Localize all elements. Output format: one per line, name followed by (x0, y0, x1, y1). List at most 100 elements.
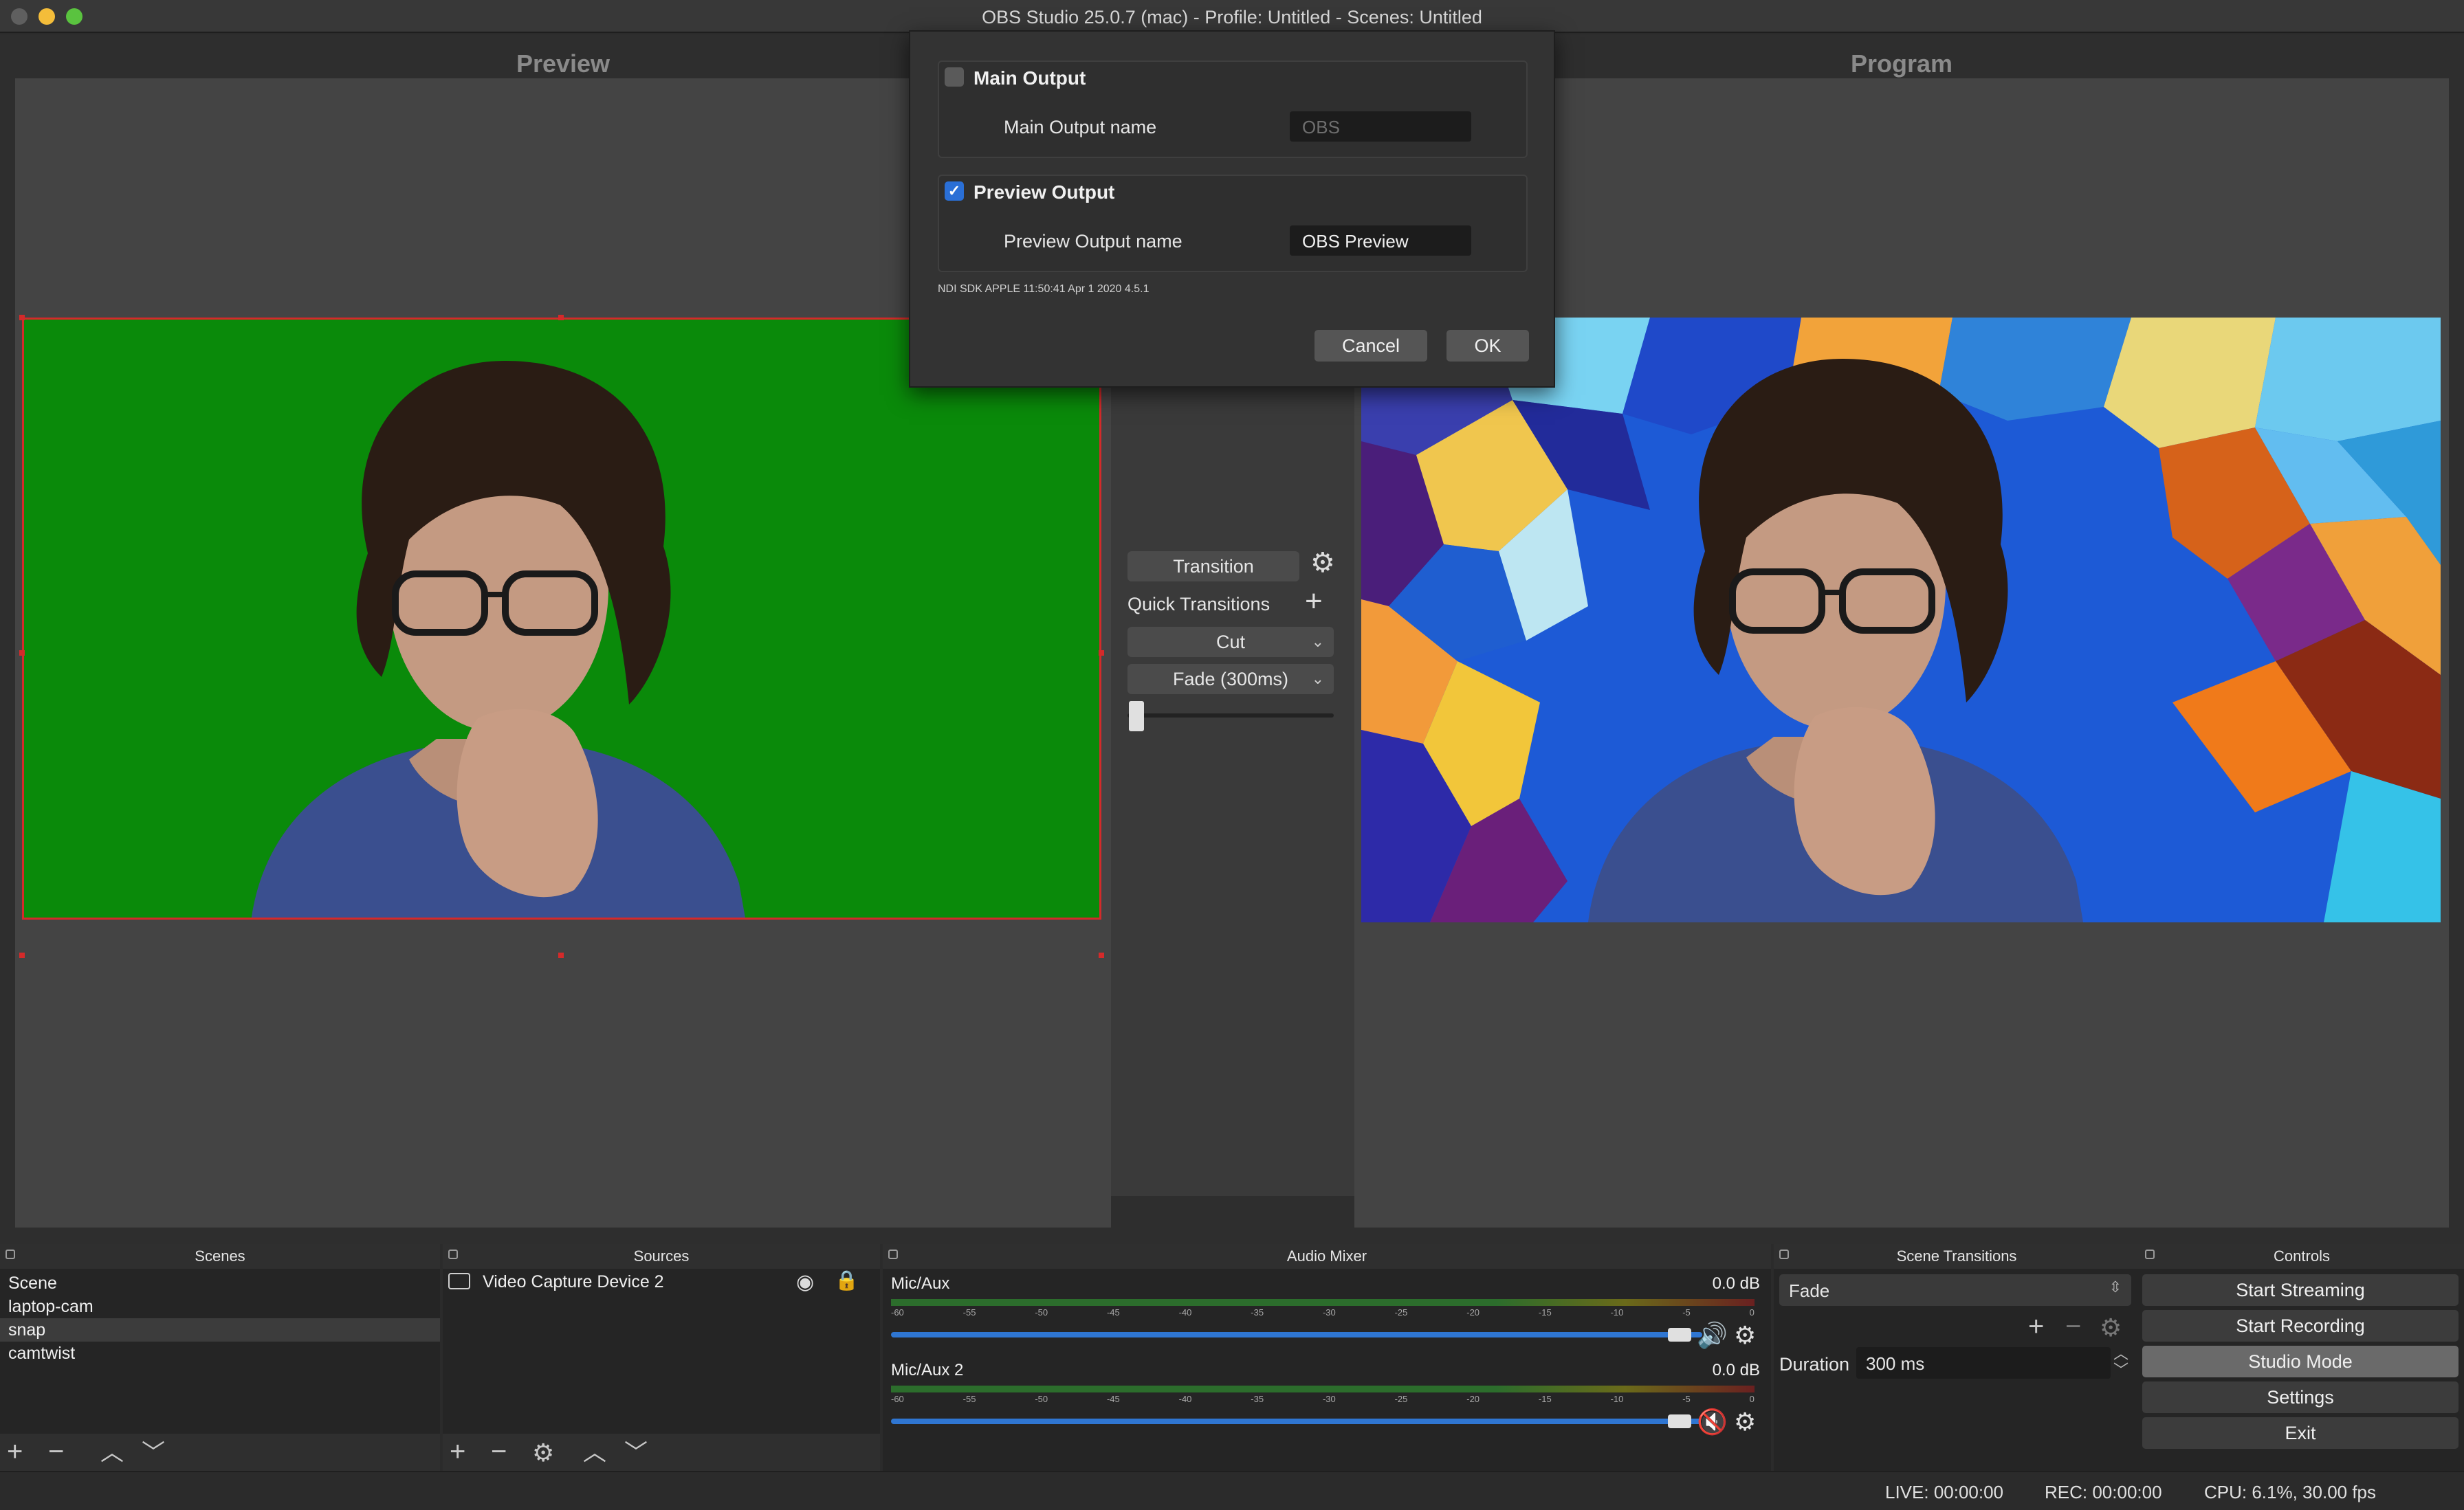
person-image (251, 361, 745, 918)
add-transition-plus-icon[interactable]: + (2028, 1313, 2044, 1340)
duration-stepper[interactable]: ︿ ﹀ (2113, 1346, 2128, 1379)
cancel-button[interactable]: Cancel (1314, 330, 1427, 362)
source-item[interactable]: Video Capture Device 2 (483, 1270, 664, 1294)
scale-tick: -50 (1035, 1307, 1048, 1318)
preview-video-source[interactable] (22, 318, 1101, 920)
scale-tick: -25 (1394, 1394, 1408, 1404)
channel-db: 0.0 dB (1712, 1274, 1760, 1293)
main-output-checkbox[interactable] (945, 67, 964, 87)
scene-transitions-title: Scene Transitions (1896, 1247, 2017, 1265)
scale-tick: -15 (1538, 1307, 1552, 1318)
fade-transition-button[interactable]: Fade (300ms) ⌄ (1128, 664, 1334, 694)
undock-icon[interactable] (1779, 1250, 1789, 1259)
move-down-chevron-icon[interactable]: ﹀ (142, 1439, 165, 1467)
speaker-icon[interactable]: 🔊 (1697, 1321, 1728, 1350)
channel-name: Mic/Aux 2 (891, 1361, 964, 1379)
settings-button[interactable]: Settings (2142, 1381, 2458, 1413)
muted-speaker-icon[interactable]: 🔇 (1697, 1408, 1728, 1436)
rec-time: REC: 00:00:00 (2045, 1482, 2162, 1502)
undock-icon[interactable] (2145, 1250, 2155, 1259)
scale-tick: -40 (1178, 1307, 1192, 1318)
start-recording-button[interactable]: Start Recording (2142, 1310, 2458, 1342)
tbar-track[interactable] (1128, 713, 1334, 718)
resize-handle[interactable] (1099, 953, 1104, 958)
resize-handle[interactable] (1099, 650, 1104, 656)
scene-item[interactable]: Scene (8, 1272, 57, 1295)
transition-settings-gear-icon[interactable]: ⚙ (1310, 547, 1335, 579)
person-image (1588, 359, 2083, 922)
resize-handle[interactable] (19, 650, 25, 656)
scale-tick: -45 (1106, 1307, 1120, 1318)
scale-tick: -50 (1035, 1394, 1048, 1404)
undock-icon[interactable] (6, 1250, 15, 1259)
scene-item-selected[interactable]: snap (0, 1318, 440, 1342)
resize-handle[interactable] (19, 315, 25, 320)
preview-output-name-field[interactable]: OBS Preview (1290, 225, 1471, 256)
scale-tick: -60 (891, 1394, 904, 1404)
preview-output-checkbox[interactable]: ✓ (945, 181, 964, 201)
studio-mode-button[interactable]: Studio Mode (2142, 1346, 2458, 1377)
fade-label: Fade (300ms) (1172, 669, 1289, 689)
volume-slider-handle[interactable] (1668, 1328, 1691, 1342)
audio-mixer-title: Audio Mixer (1286, 1247, 1367, 1265)
scale-tick: -30 (1322, 1394, 1336, 1404)
move-up-chevron-icon[interactable]: ︿ (583, 1439, 606, 1467)
audio-mixer-dock: Audio Mixer Mic/Aux 0.0 dB -60 -55 -50 -… (883, 1244, 1771, 1471)
scale-tick: -40 (1178, 1394, 1192, 1404)
move-up-chevron-icon[interactable]: ︿ (100, 1439, 124, 1467)
remove-scene-minus-icon[interactable]: − (48, 1438, 64, 1465)
scene-item[interactable]: laptop-cam (8, 1295, 94, 1318)
remove-source-minus-icon[interactable]: − (491, 1438, 507, 1465)
volume-slider-track[interactable] (891, 1332, 1702, 1337)
volume-slider-track[interactable] (891, 1419, 1702, 1424)
scale-tick: -15 (1538, 1394, 1552, 1404)
scale-tick: -45 (1106, 1394, 1120, 1404)
duration-input[interactable]: 300 ms (1856, 1347, 2111, 1379)
transition-panel: Transition ⚙ Quick Transitions + Cut ⌄ F… (1111, 353, 1354, 1196)
lock-icon[interactable]: 🔒 (835, 1269, 859, 1291)
window-title: OBS Studio 25.0.7 (mac) - Profile: Untit… (982, 7, 1482, 27)
transition-button[interactable]: Transition (1128, 551, 1299, 581)
exit-button[interactable]: Exit (2142, 1417, 2458, 1449)
main-output-name-field[interactable]: OBS (1290, 111, 1471, 142)
undock-icon[interactable] (448, 1250, 458, 1259)
sources-dock: Sources Video Capture Device 2 ◉ 🔒 + − ⚙… (443, 1244, 880, 1471)
sources-title: Sources (633, 1247, 690, 1265)
add-scene-plus-icon[interactable]: + (7, 1438, 23, 1465)
scale-tick: -30 (1322, 1307, 1336, 1318)
resize-handle[interactable] (558, 953, 564, 958)
preview-output-group: ✓ Preview Output Preview Output name OBS… (938, 175, 1528, 272)
scene-transitions-dock: Scene Transitions Fade ⇳ + − ⚙ Duration … (1774, 1244, 2140, 1471)
tbar-handle[interactable] (1129, 701, 1144, 731)
ndi-sdk-info: NDI SDK APPLE 11:50:41 Apr 1 2020 4.5.1 (938, 283, 1150, 295)
transition-properties-gear-icon[interactable]: ⚙ (2100, 1314, 2122, 1342)
main-output-name-label: Main Output name (1004, 117, 1157, 137)
meter-scale: -60 -55 -50 -45 -40 -35 -30 -25 -20 -15 … (891, 1307, 1754, 1318)
add-quick-transition-plus-icon[interactable]: + (1305, 584, 1323, 619)
start-streaming-button[interactable]: Start Streaming (2142, 1274, 2458, 1306)
add-source-plus-icon[interactable]: + (450, 1438, 465, 1465)
channel-name: Mic/Aux (891, 1274, 950, 1293)
live-time: LIVE: 00:00:00 (1885, 1482, 2004, 1502)
volume-slider-handle[interactable] (1668, 1414, 1691, 1428)
visibility-eye-icon[interactable]: ◉ (796, 1270, 814, 1294)
scale-tick: -25 (1394, 1307, 1408, 1318)
resize-handle[interactable] (558, 315, 564, 320)
channel-settings-gear-icon[interactable]: ⚙ (1734, 1408, 1756, 1436)
channel-settings-gear-icon[interactable]: ⚙ (1734, 1321, 1756, 1350)
preview-output-name-label: Preview Output name (1004, 231, 1182, 252)
remove-transition-minus-icon[interactable]: − (2065, 1313, 2081, 1340)
resize-handle[interactable] (19, 953, 25, 958)
undock-icon[interactable] (888, 1250, 898, 1259)
scene-item[interactable]: camtwist (8, 1342, 75, 1365)
transition-select[interactable]: Fade ⇳ (1779, 1274, 2131, 1306)
source-properties-gear-icon[interactable]: ⚙ (532, 1439, 554, 1467)
sources-toolbar: + − ⚙ ︿ ﹀ (443, 1434, 880, 1471)
cut-transition-button[interactable]: Cut ⌄ (1128, 627, 1334, 657)
title-bar: OBS Studio 25.0.7 (mac) - Profile: Untit… (0, 0, 2464, 33)
move-down-chevron-icon[interactable]: ﹀ (624, 1439, 648, 1467)
ndi-output-settings-dialog: Main Output Main Output name OBS ✓ Previ… (909, 30, 1555, 388)
ok-button[interactable]: OK (1446, 330, 1529, 362)
scale-tick: -10 (1610, 1394, 1624, 1404)
cut-label: Cut (1216, 632, 1246, 652)
